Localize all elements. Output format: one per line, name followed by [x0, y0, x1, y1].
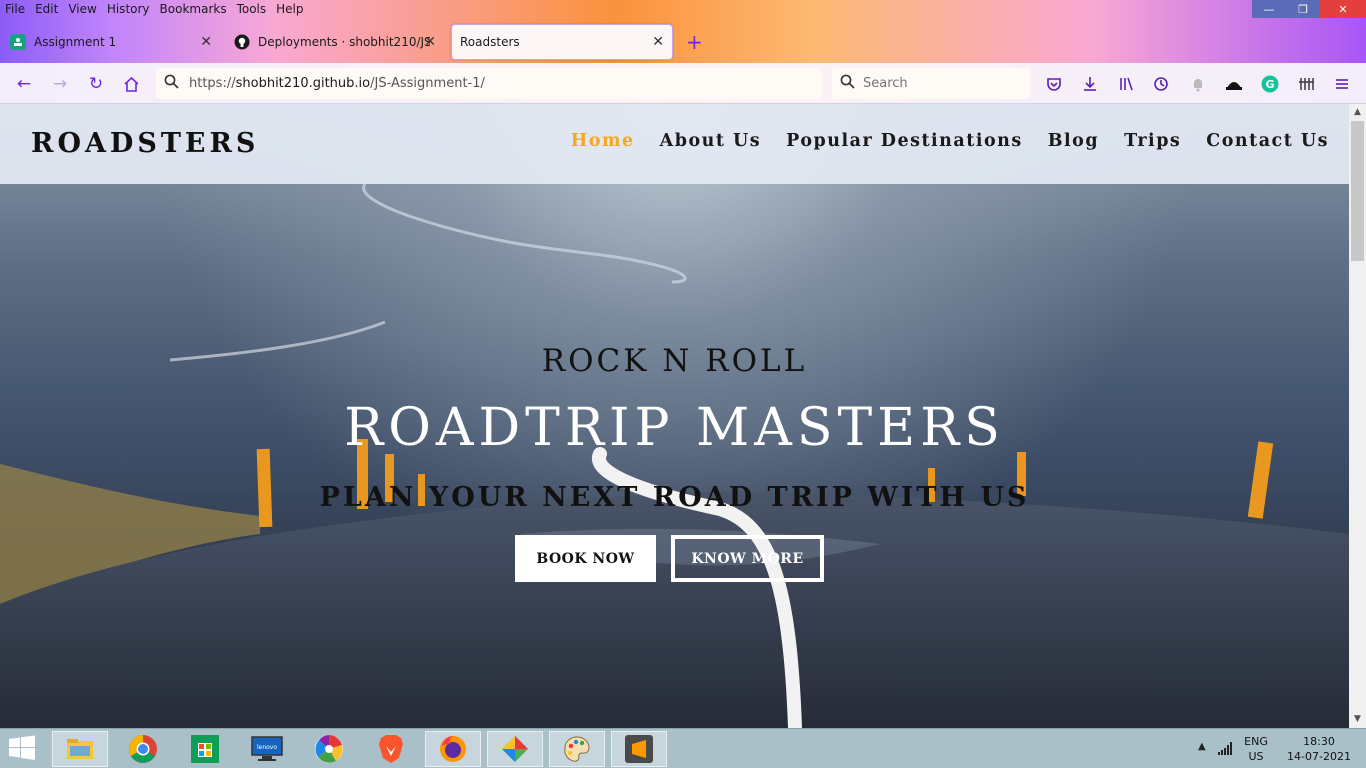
extension-grid-icon[interactable] [1295, 73, 1317, 95]
tab-title: Deployments · shobhit210/JS-A [258, 35, 430, 49]
site-logo[interactable]: ROADSTERS [31, 128, 259, 159]
search-icon [164, 74, 179, 93]
search-input[interactable] [863, 76, 1013, 91]
lenovo-icon[interactable]: lenovo [239, 731, 295, 767]
github-icon [234, 34, 250, 50]
menu-history[interactable]: History [102, 0, 155, 20]
nav-home[interactable]: Home [571, 131, 635, 151]
home-icon[interactable] [120, 73, 142, 95]
brave-icon[interactable] [363, 731, 419, 767]
tab-title: Assignment 1 [34, 35, 117, 49]
tab-deployments[interactable]: Deployments · shobhit210/JS-A ✕ [226, 24, 444, 60]
chevron-up-icon[interactable]: ▲ [1198, 741, 1206, 752]
classroom-icon [10, 34, 26, 50]
library-icon[interactable] [1115, 73, 1137, 95]
url-bar[interactable]: https://shobhit210.github.io/JS-Assignme… [156, 68, 822, 99]
paint-icon[interactable] [549, 731, 605, 767]
page-scrollbar[interactable]: ▲ ▼ [1349, 104, 1366, 728]
hero-subtitle: PLAN YOUR NEXT ROAD TRIP WITH US [319, 482, 1030, 513]
language-indicator[interactable]: ENG US [1242, 734, 1270, 764]
url-text: https://shobhit210.github.io/JS-Assignme… [189, 76, 485, 91]
tab-close-icon[interactable]: ✕ [200, 34, 212, 50]
scroll-up-icon[interactable]: ▲ [1349, 104, 1366, 121]
tab-bar: Assignment 1 ✕ Deployments · shobhit210/… [0, 22, 1366, 62]
back-icon[interactable]: ← [13, 73, 35, 95]
window-controls: — ❐ ✕ [1252, 0, 1366, 18]
chrome-icon[interactable] [115, 731, 171, 767]
menu-view[interactable]: View [63, 0, 101, 20]
url-prefix: https:// [189, 76, 236, 91]
picasa-icon[interactable] [301, 731, 357, 767]
nav-trips[interactable]: Trips [1124, 131, 1181, 151]
download-icon[interactable] [1079, 73, 1101, 95]
pocket-icon[interactable] [1043, 73, 1065, 95]
hamburger-menu-icon[interactable] [1331, 73, 1353, 95]
tab-close-icon[interactable]: ✕ [424, 34, 436, 50]
windows-start-icon[interactable] [8, 735, 40, 763]
menu-bookmarks[interactable]: Bookmarks [155, 0, 232, 20]
menu-edit[interactable]: Edit [30, 0, 63, 20]
svg-text:G: G [1265, 78, 1274, 91]
language-code: ENG [1244, 735, 1268, 748]
forward-icon[interactable]: → [49, 73, 71, 95]
nav-about-us[interactable]: About Us [660, 131, 762, 151]
clock[interactable]: 18:30 14-07-2021 [1284, 734, 1354, 764]
menu-help[interactable]: Help [271, 0, 308, 20]
menu-file[interactable]: File [0, 0, 30, 20]
book-now-button[interactable]: BOOK NOW [515, 535, 656, 582]
clock-time: 18:30 [1303, 735, 1335, 748]
tab-roadsters[interactable]: Roadsters ✕ [451, 24, 673, 60]
tab-assignment[interactable]: Assignment 1 ✕ [2, 24, 220, 60]
maximize-button[interactable]: ❐ [1286, 0, 1320, 18]
app-diamond-icon[interactable] [487, 731, 543, 767]
history-icon[interactable] [1150, 73, 1172, 95]
firefox-icon[interactable] [425, 731, 481, 767]
url-path: /JS-Assignment-1/ [370, 76, 485, 91]
know-more-button[interactable]: KNOW MORE [671, 535, 824, 582]
menu-bar: File Edit View History Bookmarks Tools H… [0, 0, 309, 20]
network-signal-icon[interactable] [1218, 740, 1234, 759]
nav-blog[interactable]: Blog [1048, 131, 1099, 151]
grammarly-icon[interactable]: G [1259, 73, 1281, 95]
site-header: ROADSTERS Home About Us Popular Destinat… [0, 104, 1349, 184]
windows-taskbar: lenovo ▲ ENG US 18:30 14-07-2021 [0, 728, 1366, 768]
nav-popular-destinations[interactable]: Popular Destinations [786, 131, 1023, 151]
minimize-button[interactable]: — [1252, 0, 1286, 18]
menu-tools[interactable]: Tools [232, 0, 272, 20]
extension-bell-icon[interactable] [1187, 73, 1209, 95]
hero-tagline: ROCK N ROLL [541, 343, 808, 379]
scroll-down-icon[interactable]: ▼ [1349, 711, 1366, 728]
url-host: shobhit210.github.io [235, 76, 371, 91]
svg-text:lenovo: lenovo [257, 744, 277, 751]
search-bar[interactable] [832, 68, 1030, 99]
nav-contact-us[interactable]: Contact Us [1206, 131, 1329, 151]
store-icon[interactable] [177, 731, 233, 767]
clock-date: 14-07-2021 [1287, 750, 1351, 763]
extension-hat-icon[interactable] [1223, 73, 1245, 95]
site-nav: Home About Us Popular Destinations Blog … [571, 131, 1329, 151]
sublime-text-icon[interactable] [611, 731, 667, 767]
tab-title: Roadsters [460, 35, 520, 49]
scroll-thumb[interactable] [1351, 121, 1364, 261]
tab-close-icon[interactable]: ✕ [652, 34, 664, 50]
keyboard-region: US [1248, 750, 1264, 763]
reload-icon[interactable]: ↻ [85, 73, 107, 95]
hero-title: ROADTRIP MASTERS [344, 398, 1005, 458]
close-window-button[interactable]: ✕ [1320, 0, 1366, 18]
web-page: ROADSTERS Home About Us Popular Destinat… [0, 104, 1349, 728]
new-tab-button[interactable]: + [686, 30, 703, 54]
search-icon [840, 74, 855, 93]
file-explorer-icon[interactable] [52, 731, 108, 767]
browser-toolbar: ← → ↻ https://shobhit210.github.io/JS-As… [0, 63, 1366, 104]
browser-titlebar: File Edit View History Bookmarks Tools H… [0, 0, 1366, 63]
